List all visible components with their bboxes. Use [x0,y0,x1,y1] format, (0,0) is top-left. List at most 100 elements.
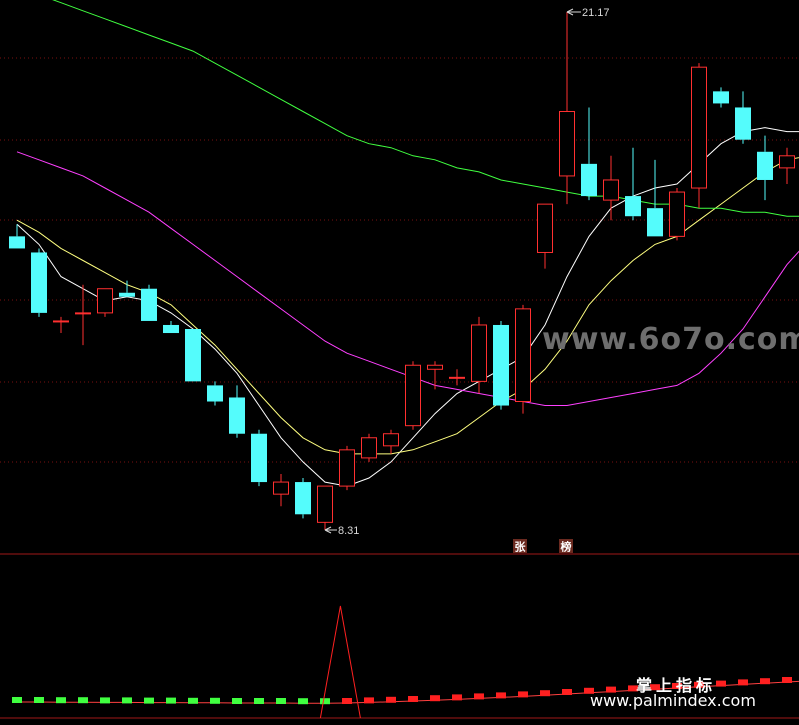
low-pointer [324,526,337,534]
high-price-label: 21.17 [582,7,610,19]
candle-body [669,191,685,237]
indicator-bar-16 [364,697,374,704]
candle-12 [273,474,289,507]
candle-1 [31,248,47,317]
candle-body [31,252,47,313]
candle-15 [339,445,355,491]
watermark-url: www.palmindex.com [590,691,756,710]
candle-33 [735,91,751,144]
candle-body [383,433,399,447]
candle-30 [669,188,685,241]
signal-tag-text: 榜 [561,540,572,554]
indicator-bar-12 [276,698,286,704]
candle-body [317,485,333,523]
indicator-bar-19 [430,695,440,702]
candle-19 [427,361,443,390]
indicator-bar-34 [760,678,770,685]
candle-3 [75,284,91,346]
candle-13 [295,478,311,519]
indicator-bar-24 [540,690,550,697]
candle-body [9,236,25,249]
candle-body [251,433,267,483]
indicator-bar-18 [408,696,418,702]
indicator-bar-17 [386,696,396,703]
candle-6 [141,284,157,321]
signal-tag-text: 张 [515,540,527,554]
indicator-bar-23 [518,691,528,698]
candle-7 [163,320,179,334]
ma-line-3 [52,0,799,217]
indicator-bar-32 [716,680,726,687]
indicator-bar-5 [122,697,132,704]
candle-20 [449,369,465,386]
candle-body [163,324,179,334]
indicator-bar-13 [298,698,308,705]
indicator-bar-25 [562,689,572,695]
candle-body [691,66,707,189]
indicator-bar-7 [166,697,176,704]
indicator-bar-21 [474,693,484,700]
indicator-bar-35 [782,677,792,683]
candle-body [53,320,69,323]
candle-body [515,308,531,403]
candle-14 [317,485,333,530]
signal-tags: 张榜 [513,539,573,554]
high-pointer [566,8,581,16]
candle-body [779,155,795,169]
low-price-label: 8.31 [338,525,359,537]
grid-lines [0,57,799,463]
candle-9 [207,381,223,406]
candle-26 [581,107,597,201]
candle-4 [97,288,113,317]
indicator-bar-4 [100,697,110,704]
candle-17 [383,429,399,454]
candle-body [625,196,641,217]
candle-10 [229,385,245,438]
candle-body [141,288,157,321]
candle-body [757,151,773,180]
candle-body [735,107,751,140]
signal-tag-1: 榜 [559,539,573,554]
candle-body [207,385,223,402]
indicator-bar-8 [188,697,198,704]
candle-body [75,312,91,315]
candle-16 [361,433,377,462]
candle-body [713,91,729,104]
candle-body [339,449,355,487]
indicator-bar-2 [56,697,66,704]
candle-body [449,376,465,379]
candle-28 [625,147,641,221]
candle-18 [405,361,421,430]
candle-0 [9,224,25,249]
indicator-bar-14 [320,698,330,705]
candle-23 [515,304,531,414]
candle-27 [603,155,619,221]
indicator-bar-6 [144,697,154,704]
candle-22 [493,320,509,410]
indicator-bar-33 [738,679,748,686]
ma-line-0 [16,127,799,487]
candle-32 [713,87,729,108]
indicator-bar-15 [342,698,352,704]
candle-body [361,437,377,459]
indicator-bar-9 [210,697,220,704]
candle-5 [119,280,135,297]
candle-body [97,288,113,314]
indicator-bar-3 [78,697,88,704]
candle-body [273,481,289,495]
candle-body [493,324,509,406]
candle-body [471,324,487,382]
candle-body [229,397,245,434]
candlestick-chart: 21.178.31 张榜 [0,0,799,719]
indicator-bar-10 [232,698,242,704]
indicator-bar-1 [34,697,44,703]
candle-body [405,364,421,427]
candle-body [427,364,443,370]
candle-25 [559,12,575,205]
candle-34 [757,135,773,201]
candle-body [647,208,663,237]
candle-35 [779,147,795,184]
candle-body [559,110,575,177]
candle-body [295,482,311,515]
indicator-bar-11 [254,698,264,704]
